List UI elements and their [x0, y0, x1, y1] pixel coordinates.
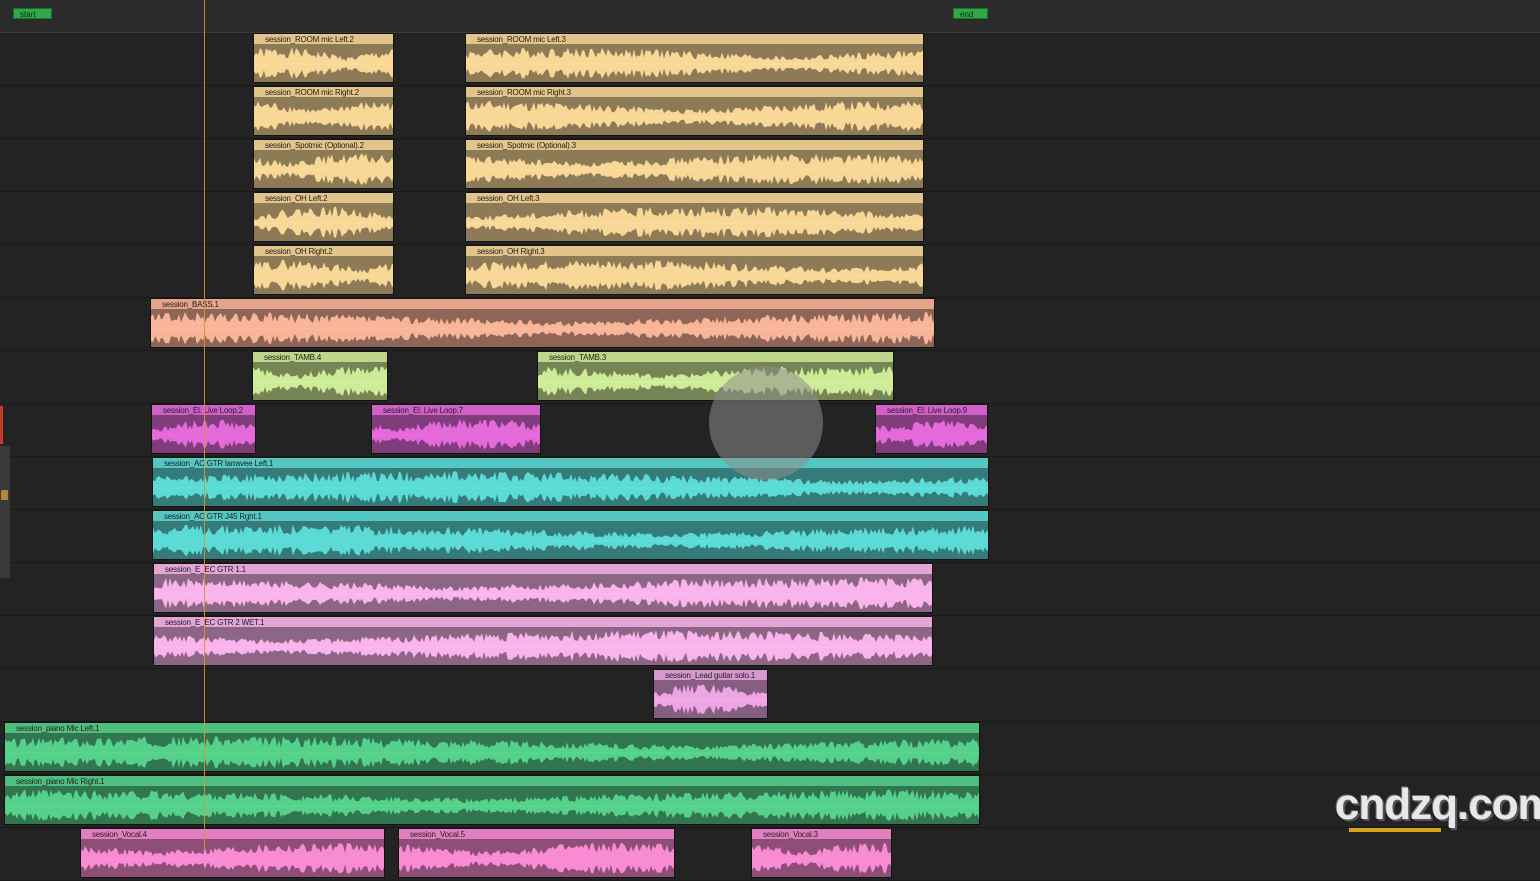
audio-region[interactable]: session_AC GTR larravee Left.1	[152, 457, 989, 507]
audio-region[interactable]: session_OH Right.2	[253, 245, 394, 295]
audio-region[interactable]: session_E_EC GTR 2 WET.1	[153, 616, 933, 666]
region-name: session_El. Live Loop.9	[887, 406, 967, 415]
region-name: session_Lead guitar solo.1	[665, 671, 755, 680]
audio-region[interactable]: session_BASS.1	[150, 298, 935, 348]
start-marker[interactable]: start	[13, 8, 52, 19]
cursor-highlight	[709, 366, 823, 480]
track-lane[interactable]: session_AC GTR J45 Rght.1	[0, 510, 1540, 563]
region-name: session_Vocal.4	[92, 830, 147, 839]
track-lane[interactable]: session_Spotmic (Optional).2 session_Spo…	[0, 139, 1540, 192]
audio-region[interactable]: session_TAMB.3	[537, 351, 894, 401]
region-name: session_Vocal.5	[410, 830, 465, 839]
playhead[interactable]	[204, 0, 205, 850]
track-lane[interactable]: session_ROOM mic Right.2 session_ROOM mi…	[0, 86, 1540, 139]
region-name: session_Vocal.3	[763, 830, 818, 839]
watermark-logo: cndzq.com	[1335, 780, 1540, 829]
track-lane[interactable]: session_Vocal.4 session_Vocal.5 session_…	[0, 828, 1540, 881]
audio-region[interactable]: session_El. Live Loop.7	[371, 404, 541, 454]
region-name: session_E_EC GTR 1.1	[165, 565, 246, 574]
region-name: session_ROOM mic Right.3	[477, 88, 571, 97]
audio-region[interactable]: session_TAMB.4	[252, 351, 388, 401]
audio-region[interactable]: session_El. Live Loop.9	[875, 404, 988, 454]
audio-region[interactable]: session_Spotmic (Optional).3	[465, 139, 924, 189]
audio-region[interactable]: session_piano Mic Left.1	[4, 722, 980, 772]
region-name: session_AC GTR J45 Rght.1	[164, 512, 262, 521]
region-name: session_El. Live Loop.2	[163, 406, 243, 415]
audio-region[interactable]: session_OH Right.3	[465, 245, 924, 295]
track-lane[interactable]: session_E_EC GTR 1.1	[0, 563, 1540, 616]
region-name: session_Spotmic (Optional).2	[265, 141, 364, 150]
region-name: session_BASS.1	[162, 300, 219, 309]
region-name: session_AC GTR larravee Left.1	[164, 459, 274, 468]
audio-region[interactable]: session_ROOM mic Right.2	[253, 86, 394, 136]
timeline-ruler[interactable]: start end	[0, 0, 1540, 33]
region-name: session_E_EC GTR 2 WET.1	[165, 618, 265, 627]
audio-region[interactable]: session_E_EC GTR 1.1	[153, 563, 933, 613]
track-header-edge[interactable]	[0, 446, 10, 578]
audio-region[interactable]: session_Spotmic (Optional).2	[253, 139, 394, 189]
watermark-underline	[1349, 828, 1441, 832]
region-name: session_TAMB.3	[549, 353, 607, 362]
region-name: session_ROOM mic Left.3	[477, 35, 566, 44]
audio-region[interactable]: session_ROOM mic Left.2	[253, 33, 394, 83]
region-name: session_OH Left.3	[477, 194, 540, 203]
audio-region[interactable]: session_OH Left.2	[253, 192, 394, 242]
resize-handle[interactable]	[1, 490, 8, 500]
audio-region[interactable]: session_ROOM mic Left.3	[465, 33, 924, 83]
region-name: session_OH Right.3	[477, 247, 545, 256]
region-name: session_OH Left.2	[265, 194, 328, 203]
track-lane[interactable]: session_piano Mic Left.1	[0, 722, 1540, 775]
track-selection-indicator	[0, 406, 3, 444]
track-lane[interactable]: session_piano Mic Right.1	[0, 775, 1540, 828]
region-name: session_Spotmic (Optional).3	[477, 141, 576, 150]
end-marker[interactable]: end	[953, 8, 988, 19]
audio-region[interactable]: session_Lead guitar solo.1	[653, 669, 768, 719]
audio-region[interactable]: session_Vocal.4	[80, 828, 385, 878]
region-name: session_ROOM mic Right.2	[265, 88, 359, 97]
audio-region[interactable]: session_AC GTR J45 Rght.1	[152, 510, 989, 560]
audio-region[interactable]: session_Vocal.3	[751, 828, 892, 878]
track-lane[interactable]: session_E_EC GTR 2 WET.1	[0, 616, 1540, 669]
audio-region[interactable]: session_ROOM mic Right.3	[465, 86, 924, 136]
region-name: session_OH Right.2	[265, 247, 333, 256]
track-lane[interactable]: session_ROOM mic Left.2 session_ROOM mic…	[0, 33, 1540, 86]
audio-region[interactable]: session_OH Left.3	[465, 192, 924, 242]
region-name: session_piano Mic Right.1	[16, 777, 105, 786]
track-lane[interactable]: session_Lead guitar solo.1	[0, 669, 1540, 722]
region-name: session_ROOM mic Left.2	[265, 35, 354, 44]
region-name: session_piano Mic Left.1	[16, 724, 100, 733]
audio-region[interactable]: session_piano Mic Right.1	[4, 775, 980, 825]
region-name: session_TAMB.4	[264, 353, 322, 362]
track-lane[interactable]: session_OH Left.2 session_OH Left.3	[0, 192, 1540, 245]
track-lane[interactable]: session_BASS.1	[0, 298, 1540, 351]
track-lane[interactable]: session_OH Right.2 session_OH Right.3	[0, 245, 1540, 298]
audio-region[interactable]: session_Vocal.5	[398, 828, 675, 878]
region-name: session_El. Live Loop.7	[383, 406, 463, 415]
